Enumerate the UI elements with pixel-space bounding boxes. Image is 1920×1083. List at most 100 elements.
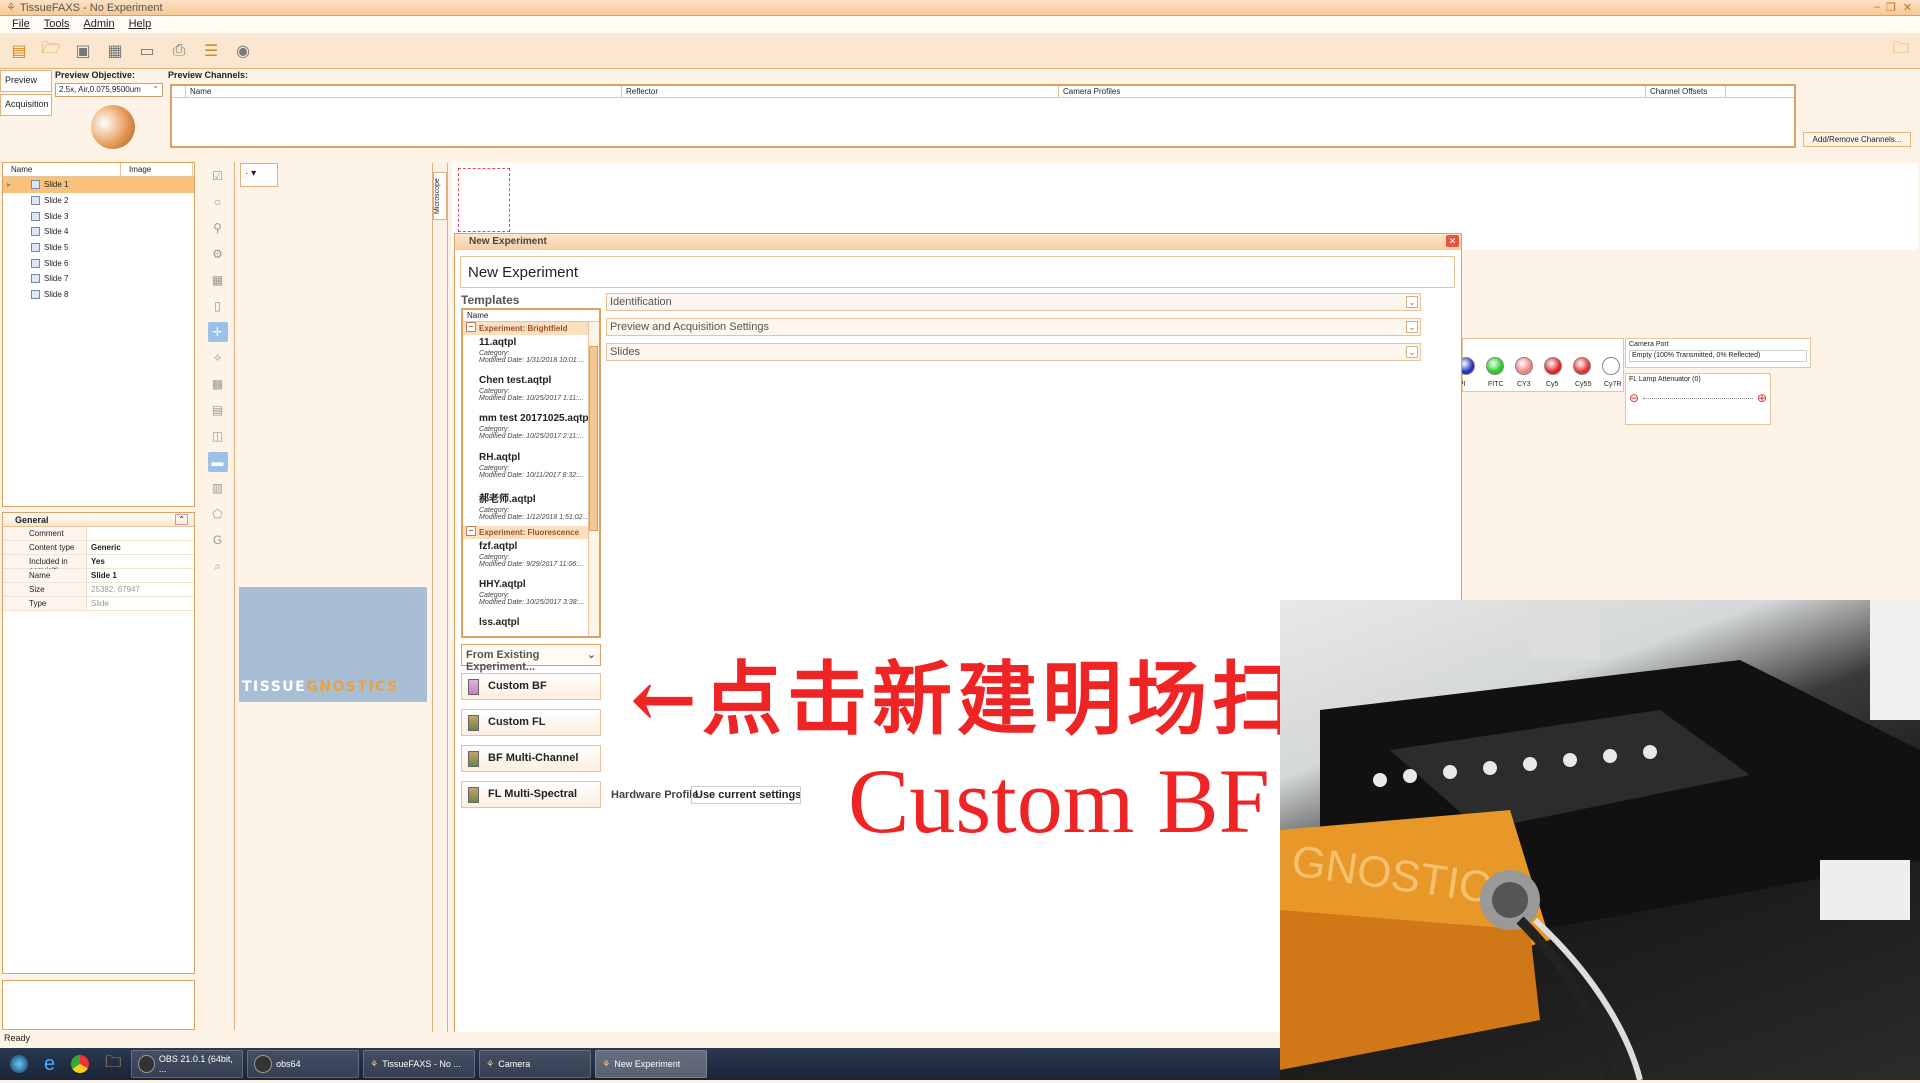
move-icon[interactable]: ✛ [207,322,228,342]
tab-microscope[interactable]: Microscope [433,172,447,220]
zoom-icon[interactable]: ⌕ [208,556,228,576]
property-row[interactable]: Name Slide 1 [3,569,194,583]
tree-slide-row[interactable]: Slide 8 [3,287,194,303]
save-as-icon[interactable]: ▦ [102,38,128,64]
focus-icon[interactable]: ✧ [208,348,228,368]
check-icon[interactable]: ☑ [208,166,228,186]
filter-cy3-button[interactable] [1515,357,1533,375]
expand-icon[interactable]: ▸ [7,180,11,189]
size-icon[interactable]: ◫ [208,426,228,446]
from-existing-dropdown[interactable]: From Existing Experiment... ⌄ [461,644,601,673]
open-folder-icon[interactable]: 🗁 [38,38,64,64]
tree-slide-row[interactable]: ▸ Slide 1 [3,177,194,193]
menu-admin[interactable]: Admin [83,18,114,31]
task-camera[interactable]: ⚘ Camera [479,1050,592,1078]
task-new-experiment[interactable]: ⚘ New Experiment [595,1050,708,1078]
ruler-icon[interactable]: ▬ [207,452,228,472]
slide-icon[interactable]: ▯ [208,296,228,316]
templates-col-name: Name [463,310,599,322]
g-icon[interactable]: G [208,530,228,550]
tab-acquisition[interactable]: Acquisition [0,94,52,116]
splitter[interactable] [432,163,448,1033]
section-slides[interactable]: Slides ⌄ [606,343,1421,361]
gear-icon[interactable]: ⚙ [208,244,228,264]
save-icon[interactable]: ▣ [70,38,96,64]
folder-settings-icon[interactable]: 🗀 [1888,38,1914,64]
new-experiment-icon[interactable]: ▤ [6,38,32,64]
start-button[interactable] [4,1050,34,1078]
templates-scrollbar[interactable] [588,322,599,636]
collapse-icon[interactable]: ⌃ [175,514,188,525]
chrome-taskbar-icon[interactable] [65,1050,95,1078]
tab-preview[interactable]: Preview [0,70,52,92]
column-icon[interactable]: ▥ [208,478,228,498]
tree-slide-row[interactable]: Slide 3 [3,208,194,224]
bf-multi-channel-button[interactable]: BF Multi-Channel [461,745,601,772]
properties-section-header[interactable]: General ⌃ [3,513,194,527]
ie-taskbar-icon[interactable]: e [38,1050,61,1078]
template-item[interactable]: lss.aqtpl [463,615,599,636]
templates-list[interactable]: Name Experiment: Brightfield 11.aqtpl Cate… [461,308,601,638]
filter-cy55-button[interactable] [1573,357,1591,375]
tree-slide-row[interactable]: Slide 4 [3,224,194,240]
template-item[interactable]: mm test 20171025.aqtpl Category: Modified … [463,411,599,449]
menu-file[interactable]: File [12,18,30,31]
tree-slide-row[interactable]: Slide 6 [3,255,194,271]
property-row[interactable]: Size 25382, 67947 [3,583,194,597]
view-dropdown[interactable]: · ▾ [240,163,278,187]
minimize-icon[interactable]: – [1874,1,1880,13]
objective-select[interactable]: 2.5x, Air,0.075,9500um [55,81,163,97]
polygon-icon[interactable]: ⬠ [208,504,228,524]
maximize-icon[interactable]: ❐ [1886,1,1896,14]
property-row[interactable]: Content type Generic [3,541,194,555]
task-tissuefaxs[interactable]: ⚘ TissueFAXS - No ... [363,1050,476,1078]
section-preview-acquisition[interactable]: Preview and Acquisition Settings ⌄ [606,318,1421,336]
property-row[interactable]: Type Slide [3,597,194,611]
menu-tools[interactable]: Tools [44,18,70,31]
property-row[interactable]: Included in acquisiti Yes [3,555,194,575]
template-item[interactable]: RH.aqtpl Category: Modified Date: 10/11/20… [463,450,599,488]
fl-multi-spectral-button[interactable]: FL Multi-Spectral [461,781,601,808]
explorer-taskbar-icon[interactable]: 🗀 [99,1050,127,1078]
tree-slide-row[interactable]: Slide 7 [3,271,194,287]
pin-icon[interactable]: ⚲ [208,218,228,238]
report-icon[interactable]: ☰ [198,38,224,64]
property-row[interactable]: Comment [3,527,194,541]
channels-table[interactable]: Name Reflector Camera Profiles Channel O… [170,84,1796,148]
add-remove-channels-button[interactable]: Add/Remove Channels... [1803,132,1911,147]
custom-fl-button[interactable]: Custom FL [461,709,601,736]
template-item[interactable]: HHY.aqtpl Category: Modified Date: 10/25/2… [463,577,599,615]
template-item[interactable]: Chen test.aqtpl Category: Modified Date: 1… [463,373,599,411]
print-icon[interactable]: ⎙ [166,38,192,64]
tree-slide-row[interactable]: Slide 5 [3,240,194,256]
template-item[interactable]: 郝老师.aqtpl Category: Modified Date: 1/12/20… [463,488,599,526]
menu-help[interactable]: Help [129,18,152,31]
play-icon[interactable]: ◉ [230,38,256,64]
template-group[interactable]: Experiment: Brightfield [463,322,599,335]
close-icon[interactable]: ✕ [1446,235,1459,247]
tree-slide-row[interactable]: Slide 2 [3,193,194,209]
experiment-name-input[interactable]: New Experiment [460,256,1455,288]
filter-cy7r-button[interactable] [1602,357,1620,375]
layout-icon[interactable]: ▤ [208,400,228,420]
windows-icon [10,1055,28,1073]
print-preview-icon[interactable]: ▭ [134,38,160,64]
grid-icon[interactable]: ▦ [208,270,228,290]
custom-bf-button[interactable]: Custom BF [461,673,601,700]
camera-port-select[interactable]: Empty (100% Transmitted, 0% Reflected) [1629,350,1807,362]
image-icon[interactable]: ▩ [208,374,228,394]
template-item[interactable]: 11.aqtpl Category: Modified Date: 1/31/201… [463,335,599,373]
section-identification[interactable]: Identification ⌄ [606,293,1421,311]
task-obs-main[interactable]: OBS 21.0.1 (64bit, ... [131,1050,244,1078]
close-icon[interactable]: ✕ [1903,1,1912,14]
plus-icon[interactable]: ⊕ [1757,391,1767,405]
lamp-slider[interactable] [1643,397,1753,399]
template-item[interactable]: fzf.aqtpl Category: Modified Date: 9/29/20… [463,539,599,577]
template-group[interactable]: Experiment: Fluorescence [463,525,599,539]
circle-icon[interactable]: ○ [208,192,228,212]
task-obs64[interactable]: obs64 [247,1050,360,1078]
filter-cy5-button[interactable] [1544,357,1562,375]
filter-fitc-button[interactable] [1486,357,1504,375]
minus-icon[interactable]: ⊖ [1629,391,1639,405]
hardware-profile-select[interactable]: Use current settings [691,786,801,804]
